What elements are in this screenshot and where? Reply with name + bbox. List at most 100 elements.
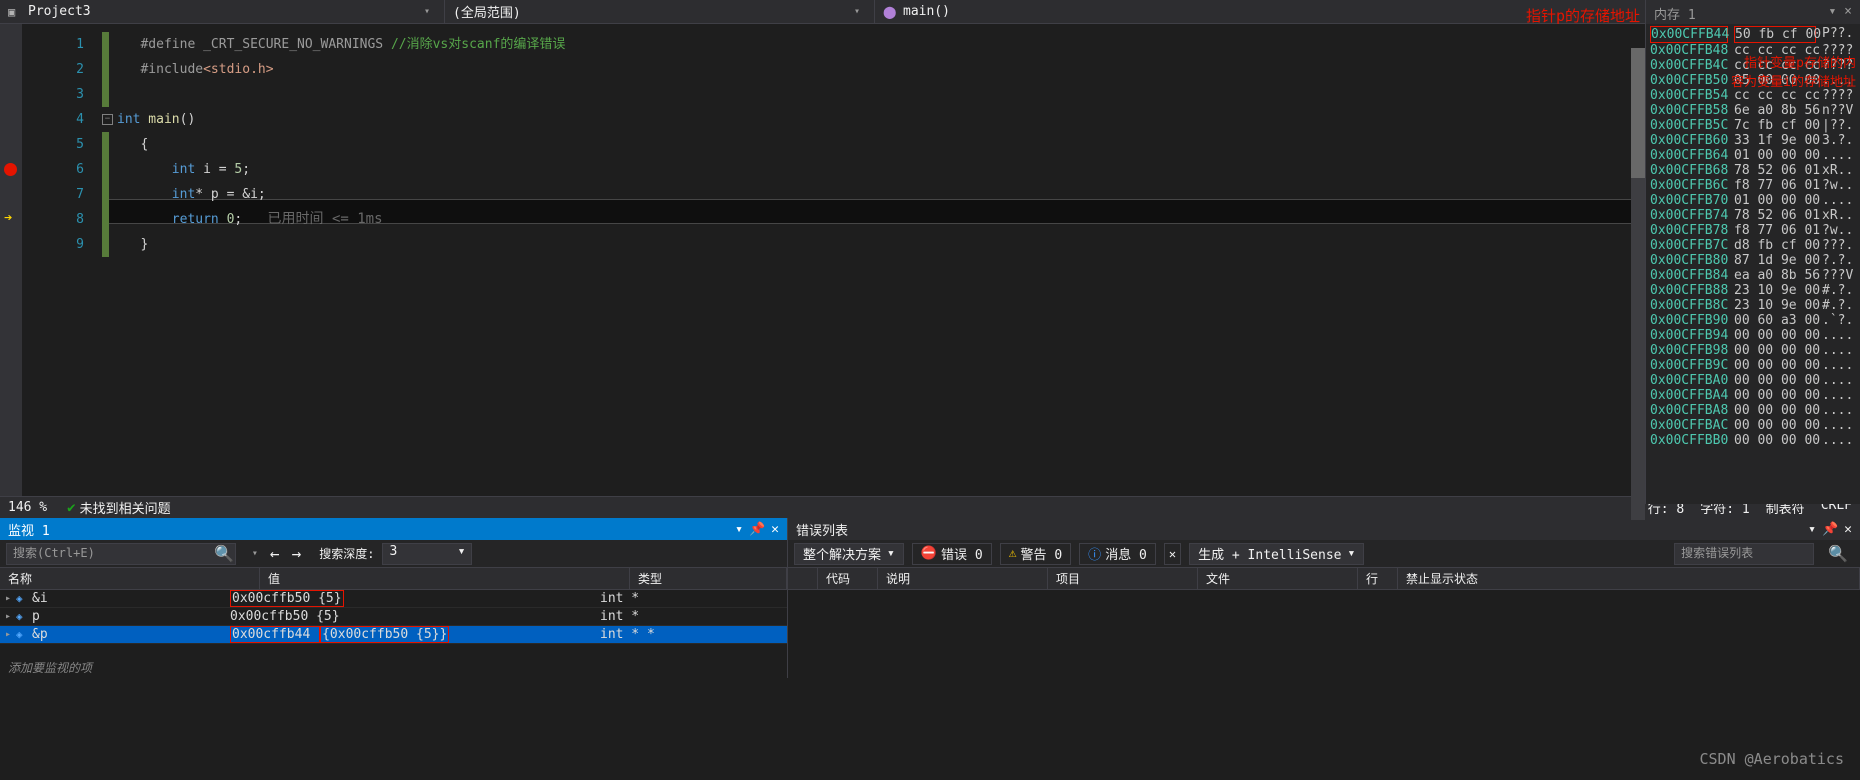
watch-rows[interactable]: ▸◈ &i0x00cffb50 {5}int *▸◈ p0x00cffb50 {… xyxy=(0,590,787,657)
watch-search-row: 搜索(Ctrl+E) 🔍 ▾ ← → 搜索深度: 3 ▾ xyxy=(0,540,787,568)
intellisense-dropdown[interactable]: 生成 + IntelliSense▾ xyxy=(1189,543,1364,565)
watch-row[interactable]: ▸◈ p0x00cffb50 {5}int * xyxy=(0,608,787,626)
expand-icon[interactable]: ▸ xyxy=(0,629,16,640)
search-icon[interactable]: 🔍 xyxy=(1822,544,1854,563)
nav-fwd-icon[interactable]: → xyxy=(286,544,308,563)
memory-row[interactable]: 0x00CFFB7478 52 06 01xR.. xyxy=(1650,208,1856,223)
close-icon[interactable]: ✕ xyxy=(1844,522,1852,537)
pin-icon[interactable]: 📌 xyxy=(749,522,765,537)
breakpoint-icon[interactable] xyxy=(4,163,17,176)
info-icon: ⓘ xyxy=(1088,544,1101,563)
error-title-bar[interactable]: 错误列表 ▾ 📌 ✕ xyxy=(788,518,1860,540)
error-search-input[interactable]: 搜索错误列表 xyxy=(1674,543,1814,565)
memory-row[interactable]: 0x00CFFB5C7c fb cf 00|??. xyxy=(1650,118,1856,133)
depth-select[interactable]: 3 ▾ xyxy=(382,543,472,565)
error-col-line[interactable]: 行 xyxy=(1358,568,1398,589)
scope-text: (全局范围) xyxy=(453,2,854,21)
watch-row[interactable]: ▸◈ &i0x00cffb50 {5}int * xyxy=(0,590,787,608)
error-list-panel: 错误列表 ▾ 📌 ✕ 整个解决方案▾ ⛔错误 0 ⚠警告 0 ⓘ消息 0 ✕ 生成 … xyxy=(788,518,1860,678)
memory-row[interactable]: 0x00CFFB8C23 10 9e 00#.?. xyxy=(1650,298,1856,313)
watch-col-name[interactable]: 名称 xyxy=(0,568,260,589)
memory-row[interactable]: 0x00CFFBAC00 00 00 00.... xyxy=(1650,418,1856,433)
memory-row[interactable]: 0x00CFFB6033 1f 9e 003.?. xyxy=(1650,133,1856,148)
watch-title: 监视 1 xyxy=(8,520,50,539)
variable-icon: ◈ xyxy=(16,610,32,623)
error-col-suppress[interactable]: 禁止显示状态 xyxy=(1398,568,1860,589)
clear-filter-button[interactable]: ✕ xyxy=(1164,543,1181,565)
memory-row[interactable]: 0x00CFFBB000 00 00 00.... xyxy=(1650,433,1856,448)
memory-row[interactable]: 0x00CFFB9000 60 a3 00.`?. xyxy=(1650,313,1856,328)
warning-icon: ⚠ xyxy=(1009,546,1017,561)
watch-row[interactable]: ▸◈ &p0x00cffb44 {0x00cffb50 {5}}int * * xyxy=(0,626,787,644)
memory-row[interactable]: 0x00CFFB9C00 00 00 00.... xyxy=(1650,358,1856,373)
scope-dropdown[interactable]: (全局范围) ▾ xyxy=(445,0,875,23)
expand-icon[interactable]: ▸ xyxy=(0,611,16,622)
watch-panel: 监视 1 ▾ 📌 ✕ 搜索(Ctrl+E) 🔍 ▾ ← → 搜索深度: 3 ▾ 名称… xyxy=(0,518,788,678)
error-toolbar: 整个解决方案▾ ⛔错误 0 ⚠警告 0 ⓘ消息 0 ✕ 生成 + Intelli… xyxy=(788,540,1860,568)
memory-row[interactable]: 0x00CFFB7Cd8 fb cf 00???. xyxy=(1650,238,1856,253)
close-icon[interactable]: ▾ × xyxy=(1829,4,1852,20)
solution-dropdown[interactable]: 整个解决方案▾ xyxy=(794,543,904,565)
variable-icon: ◈ xyxy=(16,592,32,605)
watermark: CSDN @Aerobatics xyxy=(1700,750,1845,768)
expand-icon[interactable]: ▸ xyxy=(0,593,16,604)
error-col-icon[interactable] xyxy=(788,568,818,589)
editor-area: ➔ 123 456 789 #define _CRT_SECURE_NO_WAR… xyxy=(0,24,1860,496)
memory-row[interactable]: 0x00CFFB7001 00 00 00.... xyxy=(1650,193,1856,208)
memory-row[interactable]: 0x00CFFB586e a0 8b 56n??V xyxy=(1650,103,1856,118)
chevron-down-icon: ▾ xyxy=(424,6,436,18)
scrollbar-thumb[interactable] xyxy=(1631,48,1645,178)
memory-row[interactable]: 0x00CFFB9800 00 00 00.... xyxy=(1650,343,1856,358)
project-dropdown[interactable]: ▣ Project3 ▾ xyxy=(0,0,445,23)
watch-title-bar[interactable]: 监视 1 ▾ 📌 ✕ xyxy=(0,518,787,540)
watch-col-type[interactable]: 类型 xyxy=(630,568,787,589)
watch-search-input[interactable]: 搜索(Ctrl+E) xyxy=(6,543,236,565)
vertical-scrollbar[interactable] xyxy=(1631,48,1645,520)
warnings-filter-button[interactable]: ⚠警告 0 xyxy=(1000,543,1071,565)
error-col-file[interactable]: 文件 xyxy=(1198,568,1358,589)
dropdown-icon[interactable]: ▾ xyxy=(735,522,743,537)
issues-text: 未找到相关问题 xyxy=(80,498,1648,517)
check-icon: ✔ xyxy=(67,500,75,516)
zoom-level[interactable]: 146 % xyxy=(8,500,47,515)
memory-row[interactable]: 0x00CFFB4450 fb cf 00P??. xyxy=(1650,26,1856,43)
errors-filter-button[interactable]: ⛔错误 0 xyxy=(912,543,992,565)
fold-icon[interactable]: − xyxy=(102,114,113,125)
annotation-pointer-content: 指针变量p存储的内容为变量i的存储地址 xyxy=(1731,54,1856,92)
variable-icon: ◈ xyxy=(16,628,32,641)
memory-row[interactable]: 0x00CFFB78f8 77 06 01?w.. xyxy=(1650,223,1856,238)
memory-row[interactable]: 0x00CFFB6401 00 00 00.... xyxy=(1650,148,1856,163)
add-watch-hint[interactable]: 添加要监视的项 xyxy=(0,657,787,678)
memory-row[interactable]: 0x00CFFBA400 00 00 00.... xyxy=(1650,388,1856,403)
error-col-desc[interactable]: 说明 xyxy=(878,568,1048,589)
error-icon: ⛔ xyxy=(921,546,937,561)
chevron-down-icon: ▾ xyxy=(854,6,866,18)
bottom-panels: 监视 1 ▾ 📌 ✕ 搜索(Ctrl+E) 🔍 ▾ ← → 搜索深度: 3 ▾ 名称… xyxy=(0,518,1860,678)
memory-row[interactable]: 0x00CFFBA800 00 00 00.... xyxy=(1650,403,1856,418)
project-name: Project3 xyxy=(28,4,424,19)
status-bar: 146 % ✔ 未找到相关问题 行: 8字符: 1制表符CRLF xyxy=(0,496,1860,518)
chevron-down-icon[interactable]: ▾ xyxy=(252,548,264,560)
error-col-project[interactable]: 项目 xyxy=(1048,568,1198,589)
dropdown-icon[interactable]: ▾ xyxy=(1808,522,1816,537)
nav-back-icon[interactable]: ← xyxy=(264,544,286,563)
breakpoint-gutter[interactable]: ➔ xyxy=(0,24,22,496)
function-icon: ⬤ xyxy=(883,5,897,19)
search-icon[interactable]: 🔍 xyxy=(208,544,240,563)
memory-row[interactable]: 0x00CFFB6878 52 06 01xR.. xyxy=(1650,163,1856,178)
close-icon[interactable]: ✕ xyxy=(771,522,779,537)
pin-icon[interactable]: 📌 xyxy=(1822,522,1838,537)
code-editor[interactable]: #define _CRT_SECURE_NO_WARNINGS //消除vs对s… xyxy=(102,24,1860,496)
messages-filter-button[interactable]: ⓘ消息 0 xyxy=(1079,543,1156,565)
error-title: 错误列表 xyxy=(796,520,848,539)
project-icon: ▣ xyxy=(8,5,22,19)
memory-row[interactable]: 0x00CFFB6Cf8 77 06 01?w.. xyxy=(1650,178,1856,193)
memory-row[interactable]: 0x00CFFB9400 00 00 00.... xyxy=(1650,328,1856,343)
memory-row[interactable]: 0x00CFFB84ea a0 8b 56???V xyxy=(1650,268,1856,283)
depth-label: 搜索深度: xyxy=(319,545,374,562)
memory-row[interactable]: 0x00CFFB8087 1d 9e 00?.?. xyxy=(1650,253,1856,268)
error-col-code[interactable]: 代码 xyxy=(818,568,878,589)
memory-row[interactable]: 0x00CFFB8823 10 9e 00#.?. xyxy=(1650,283,1856,298)
watch-col-value[interactable]: 值 xyxy=(260,568,630,589)
memory-row[interactable]: 0x00CFFBA000 00 00 00.... xyxy=(1650,373,1856,388)
